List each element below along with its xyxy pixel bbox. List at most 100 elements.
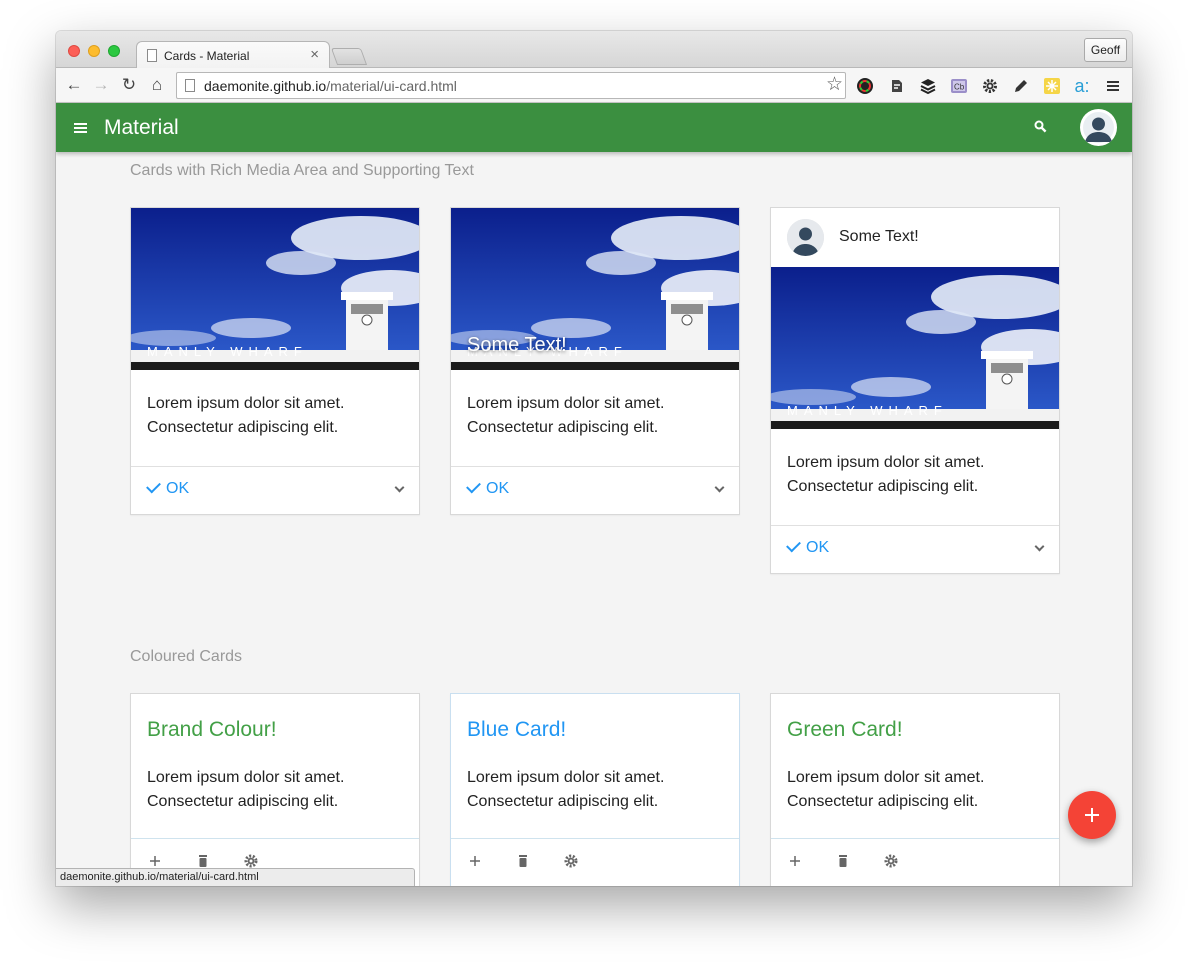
card-text-line: Lorem ipsum dolor sit amet. — [787, 454, 985, 471]
new-tab-button[interactable] — [330, 48, 368, 65]
url-host: daemonite.github.io — [204, 78, 327, 94]
app-bar: Material — [56, 103, 1132, 152]
tab-title: Cards - Material — [164, 49, 250, 63]
card-supporting-text: Lorem ipsum dolor sit amet. Consectetur … — [467, 766, 664, 814]
media-card: MANLY WHARF Lorem ipsum dolor sit amet. … — [130, 207, 420, 515]
color-wheel-extension-icon[interactable] — [856, 77, 874, 95]
pencil-icon[interactable] — [1012, 77, 1030, 95]
add-icon[interactable] — [787, 853, 803, 869]
evernote-extension-icon[interactable] — [888, 77, 906, 95]
bookmark-star-icon[interactable]: ☆ — [826, 75, 843, 95]
address-url: daemonite.github.io/material/ui-card.htm… — [204, 78, 457, 94]
colour-card-green: Green Card! Lorem ipsum dolor sit amet. … — [770, 693, 1060, 886]
cd-extension-icon[interactable]: Cb — [950, 77, 968, 95]
home-icon[interactable]: ⌂ — [147, 74, 167, 96]
section-title-rich-media: Cards with Rich Media Area and Supportin… — [130, 162, 474, 179]
card-media-image: MANLY WHARF — [771, 267, 1059, 429]
chevron-down-icon[interactable] — [714, 482, 725, 493]
gear-icon[interactable] — [883, 853, 899, 869]
back-arrow-icon[interactable]: ← — [64, 74, 84, 96]
card-text-line: Consectetur adipiscing elit. — [467, 419, 659, 436]
menu-icon[interactable] — [74, 123, 87, 133]
profile-button[interactable]: Geoff — [1084, 38, 1127, 62]
card-text-line: Consectetur adipiscing elit. — [147, 793, 339, 810]
card-supporting-text: Lorem ipsum dolor sit amet. Consectetur … — [787, 766, 984, 814]
card-media-image: MANLY WHARF — [131, 208, 419, 370]
colour-card-blue: Blue Card! Lorem ipsum dolor sit amet. C… — [450, 693, 740, 886]
trash-icon[interactable] — [515, 853, 531, 869]
section-title-coloured: Coloured Cards — [130, 648, 243, 665]
card-text-line: Lorem ipsum dolor sit amet. — [147, 395, 345, 412]
browser-tab[interactable]: Cards - Material × — [136, 41, 330, 69]
card-media-image: MANLY WHARF Some Text! — [451, 208, 739, 370]
search-icon[interactable] — [1034, 120, 1047, 133]
card-supporting-text: Lorem ipsum dolor sit amet. Consectetur … — [451, 370, 739, 466]
card-actions — [451, 838, 739, 886]
ok-button[interactable]: OK — [786, 537, 829, 557]
card-text-line: Lorem ipsum dolor sit amet. — [467, 769, 665, 786]
card-header: Some Text! — [771, 208, 1059, 267]
card-title: Brand Colour! — [147, 718, 277, 741]
card-text-line: Consectetur adipiscing elit. — [787, 478, 979, 495]
chevron-down-icon[interactable] — [394, 482, 405, 493]
card-supporting-text: Lorem ipsum dolor sit amet. Consectetur … — [131, 370, 419, 466]
add-icon[interactable] — [467, 853, 483, 869]
check-icon — [786, 537, 801, 553]
card-title: Blue Card! — [467, 718, 567, 741]
card-actions — [771, 838, 1059, 886]
chevron-down-icon[interactable] — [1034, 541, 1045, 552]
reload-icon[interactable]: ↻ — [119, 74, 139, 96]
ok-button-label: OK — [166, 480, 190, 497]
card-actions: OK — [131, 466, 419, 514]
tab-close-icon[interactable]: × — [310, 46, 319, 63]
ok-button[interactable]: OK — [466, 478, 510, 498]
colour-card-brand: Brand Colour! Lorem ipsum dolor sit amet… — [130, 693, 420, 886]
svg-text:Cb: Cb — [954, 83, 965, 92]
avatar — [787, 219, 824, 256]
ok-button-label: OK — [486, 480, 510, 497]
tab-strip: Cards - Material × Geoff — [56, 31, 1132, 69]
card-text-line: Lorem ipsum dolor sit amet. — [467, 395, 665, 412]
gear-icon[interactable] — [243, 853, 259, 869]
page-icon — [147, 49, 157, 62]
trash-icon[interactable] — [195, 853, 211, 869]
window-minimize-button[interactable] — [88, 45, 100, 57]
page-content: Cards with Rich Media Area and Supportin… — [56, 152, 1132, 886]
card-title: Green Card! — [787, 718, 903, 741]
card-actions: OK — [451, 466, 739, 514]
address-bar[interactable]: daemonite.github.io/material/ui-card.htm… — [176, 72, 846, 99]
app-title: Material — [104, 116, 179, 139]
browser-window: Cards - Material × Geoff ← → ↻ ⌂ daemoni… — [56, 31, 1132, 886]
card-text-line: Consectetur adipiscing elit. — [147, 419, 339, 436]
media-card: MANLY WHARF Some Text! Lorem ipsum dolor… — [450, 207, 740, 515]
url-path: /material/ui-card.html — [326, 78, 457, 94]
chrome-menu-icon[interactable] — [1104, 77, 1122, 95]
buffer-extension-icon[interactable] — [919, 77, 937, 95]
trash-icon[interactable] — [835, 853, 851, 869]
gear-icon[interactable] — [563, 853, 579, 869]
card-text-line: Consectetur adipiscing elit. — [787, 793, 979, 810]
media-sign-text: MANLY WHARF — [787, 403, 948, 418]
window-close-button[interactable] — [68, 45, 80, 57]
forward-arrow-icon[interactable]: → — [91, 74, 111, 96]
check-icon — [466, 478, 481, 494]
card-text-line: Lorem ipsum dolor sit amet. — [147, 769, 345, 786]
card-supporting-text: Lorem ipsum dolor sit amet. Consectetur … — [147, 766, 344, 814]
add-fab-button[interactable] — [1068, 791, 1116, 839]
media-sign-text: MANLY WHARF — [147, 344, 308, 359]
card-text-line: Consectetur adipiscing elit. — [467, 793, 659, 810]
sparkle-extension-icon[interactable] — [1043, 77, 1061, 95]
window-maximize-button[interactable] — [108, 45, 120, 57]
page-icon — [185, 79, 195, 92]
card-actions: OK — [771, 525, 1059, 573]
browser-toolbar: ← → ↻ ⌂ daemonite.github.io/material/ui-… — [56, 68, 1132, 103]
add-icon[interactable] — [147, 853, 163, 869]
card-text-line: Lorem ipsum dolor sit amet. — [787, 769, 985, 786]
status-url-bubble: daemonite.github.io/material/ui-card.htm… — [56, 868, 415, 886]
gear-icon[interactable] — [981, 77, 999, 95]
check-icon — [146, 478, 161, 494]
user-avatar[interactable] — [1080, 109, 1117, 146]
amazon-assistant-icon[interactable]: a: — [1073, 77, 1091, 95]
card-header-text: Some Text! — [839, 228, 919, 245]
ok-button[interactable]: OK — [146, 478, 190, 498]
